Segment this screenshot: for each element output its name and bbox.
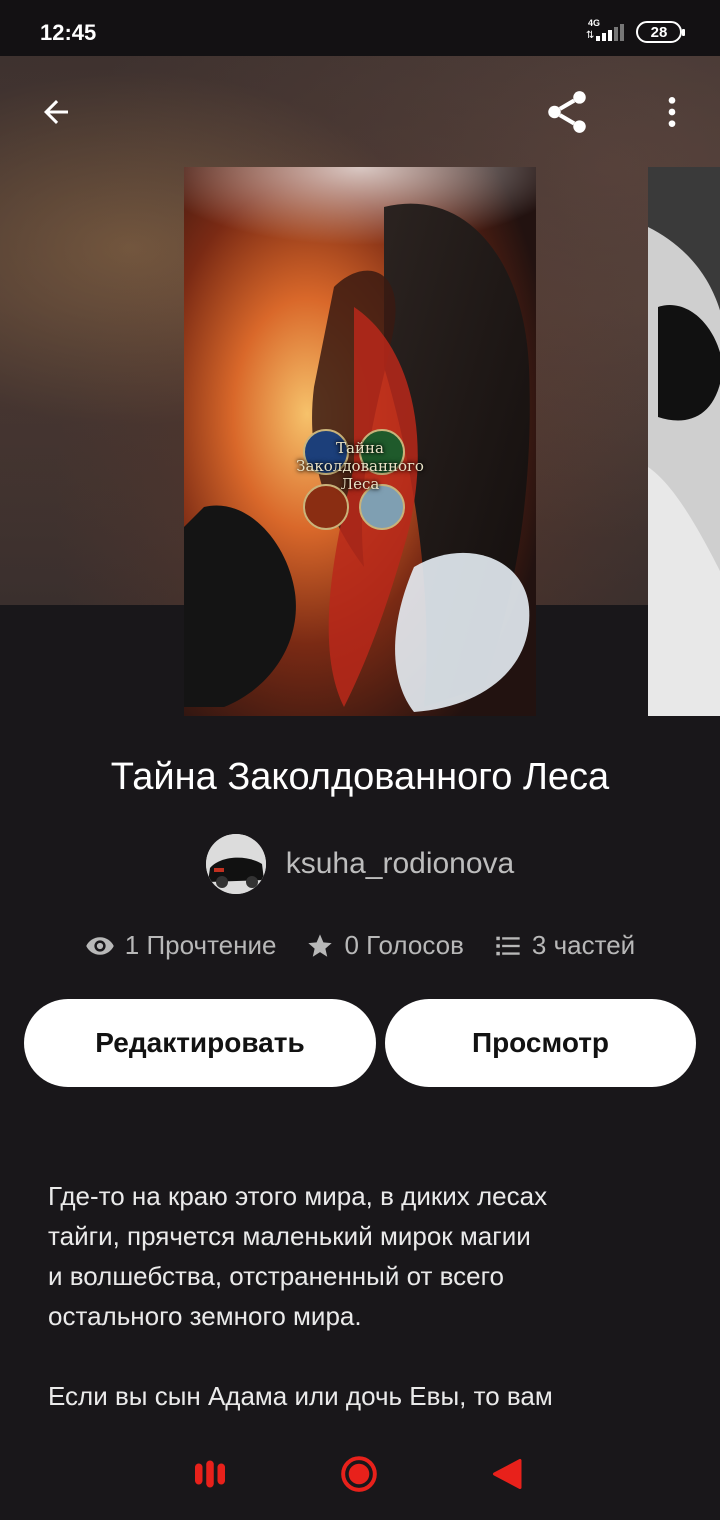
recent-apps-button[interactable]	[186, 1450, 234, 1498]
reads-stat: 1 Прочтение	[85, 930, 277, 961]
back-button[interactable]	[30, 86, 82, 138]
votes-stat: 0 Голосов	[306, 930, 464, 961]
status-time: 12:45	[40, 20, 97, 45]
story-cover[interactable]: Тайна Заколдованного Леса	[184, 167, 536, 716]
author-avatar[interactable]	[205, 834, 266, 894]
edit-button[interactable]: Редактировать	[24, 999, 376, 1087]
share-button[interactable]	[541, 86, 593, 138]
story-stats: 1 Прочтение 0 Голосов 3 частей	[0, 930, 720, 961]
more-vert-icon	[668, 97, 676, 127]
share-icon	[548, 91, 586, 133]
story-description: Где-то на краю этого мира, в диких лесах…	[48, 1176, 648, 1456]
preview-button[interactable]: Просмотр	[385, 999, 696, 1087]
back-icon	[493, 1459, 522, 1489]
author-row[interactable]: ksuha_rodionova	[0, 834, 720, 894]
parts-stat: 3 частей	[494, 930, 635, 961]
battery-icon: 28	[636, 21, 685, 43]
star-icon	[308, 933, 333, 957]
votes-count: 0 Голосов	[344, 930, 464, 960]
system-back-button[interactable]	[484, 1450, 532, 1498]
home-button[interactable]	[335, 1450, 383, 1498]
recent-apps-icon	[195, 1460, 225, 1488]
list-icon	[496, 936, 520, 955]
signal-icon: 4G ⇅	[584, 18, 624, 45]
battery-level: 28	[650, 23, 668, 41]
story-title: Тайна Заколдованного Леса	[110, 756, 610, 798]
status-bar: 12:45 4G ⇅ 28	[0, 0, 720, 56]
more-options-button[interactable]	[646, 86, 698, 138]
home-icon	[341, 1456, 377, 1492]
description-paragraph-2: Если вы сын Адама или дочь Евы, то вам	[48, 1381, 553, 1411]
eye-icon	[86, 936, 114, 955]
parts-count: 3 частей	[531, 930, 636, 960]
next-story-cover[interactable]	[648, 167, 720, 716]
arrow-back-icon	[44, 100, 68, 124]
author-name[interactable]: ksuha_rodionova	[286, 847, 515, 881]
description-paragraph-1: Где-то на краю этого мира, в диких лесах…	[48, 1181, 548, 1331]
cover-title-text: Тайна Заколдованного Леса	[296, 439, 424, 493]
top-nav	[0, 56, 720, 166]
next-cover-artwork	[648, 167, 720, 716]
reads-count: 1 Прочтение	[124, 930, 277, 960]
system-nav-bar	[0, 1430, 720, 1520]
status-icons: 4G ⇅ 28	[584, 18, 685, 45]
avatar-image	[205, 834, 266, 894]
